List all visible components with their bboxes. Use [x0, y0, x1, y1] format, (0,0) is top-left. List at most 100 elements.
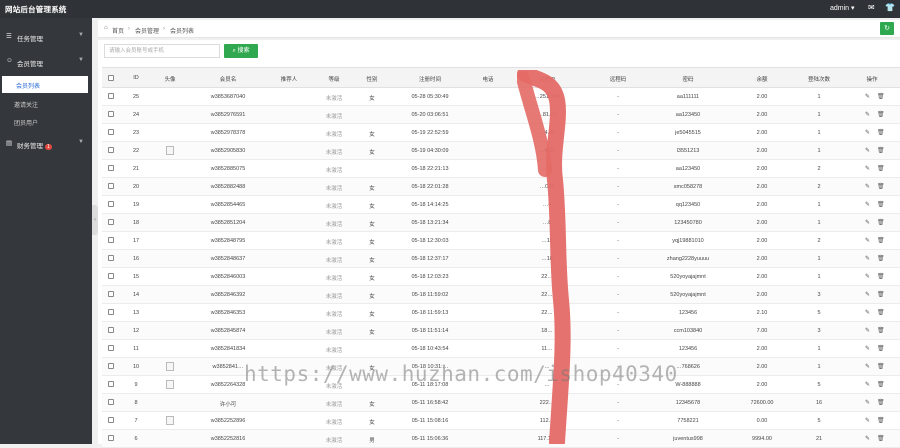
edit-icon[interactable]: ✎	[865, 327, 870, 334]
edit-icon[interactable]: ✎	[865, 93, 870, 100]
edit-icon[interactable]: ✎	[865, 345, 870, 352]
delete-icon[interactable]: 🗑	[877, 147, 885, 154]
edit-icon[interactable]: ✎	[865, 381, 870, 388]
delete-icon[interactable]: 🗑	[877, 237, 885, 244]
home-icon[interactable]: ⌂	[104, 25, 108, 31]
delete-icon[interactable]: 🗑	[877, 201, 885, 208]
mail-icon[interactable]: ✉	[868, 3, 875, 12]
edit-icon[interactable]: ✎	[865, 309, 870, 316]
delete-icon[interactable]: 🗑	[877, 345, 885, 352]
row-checkbox[interactable]	[108, 309, 114, 315]
edit-icon[interactable]: ✎	[865, 417, 870, 424]
delete-icon[interactable]: 🗑	[877, 417, 885, 424]
row-checkbox[interactable]	[108, 183, 114, 189]
delete-icon[interactable]: 🗑	[877, 363, 885, 370]
cell-member-name: w3852264328	[210, 382, 246, 388]
row-checkbox[interactable]	[108, 165, 114, 171]
delete-icon[interactable]: 🗑	[877, 291, 885, 298]
table-row[interactable]: 16 w3852848637 未激活 女 05-18 12:37:17 …18 - zhang…	[102, 250, 900, 268]
row-checkbox[interactable]	[108, 291, 114, 297]
table-row[interactable]: 21 w3852885075 未激活 05-18 22:21:13 …52 - aa1234…	[102, 160, 900, 178]
shirt-icon[interactable]: 👕	[885, 3, 895, 12]
edit-icon[interactable]: ✎	[865, 363, 870, 370]
edit-icon[interactable]: ✎	[865, 147, 870, 154]
edit-icon[interactable]: ✎	[865, 435, 870, 442]
delete-icon[interactable]: 🗑	[877, 399, 885, 406]
delete-icon[interactable]: 🗑	[877, 129, 885, 136]
table-row[interactable]: 15 w3852846003 未激活 女 05-18 12:03:23 22… - 520yo…	[102, 268, 900, 286]
delete-icon[interactable]: 🗑	[877, 165, 885, 172]
edit-icon[interactable]: ✎	[865, 129, 870, 136]
sidebar-item-team-users[interactable]: 团员用户	[0, 113, 92, 130]
delete-icon[interactable]: 🗑	[877, 93, 885, 100]
table-row[interactable]: 19 w3852854465 未激活 女 05-18 14:14:25 …4 - qq1234…	[102, 196, 900, 214]
breadcrumb-home[interactable]: 首页	[112, 26, 124, 35]
search-input[interactable]	[104, 44, 220, 58]
table-row[interactable]: 24 w3852976591 未激活 05-20 03:06:51 …81.21 - aa1…	[102, 106, 900, 124]
cell-remote-code: -	[617, 94, 619, 100]
edit-icon[interactable]: ✎	[865, 111, 870, 118]
delete-icon[interactable]: 🗑	[877, 255, 885, 262]
row-checkbox[interactable]	[108, 147, 114, 153]
edit-icon[interactable]: ✎	[865, 183, 870, 190]
edit-icon[interactable]: ✎	[865, 273, 870, 280]
row-checkbox[interactable]	[108, 93, 114, 99]
user-menu[interactable]: admin ▾	[830, 4, 855, 12]
table-row[interactable]: 8 许小可 未激活 女 05-11 16:58:42 222… - 12345678 72600…	[102, 394, 900, 412]
task-icon: ☰	[6, 33, 12, 40]
table-row[interactable]: 13 w3852846353 未激活 女 05-18 11:59:13 22… - 12345…	[102, 304, 900, 322]
breadcrumb-members[interactable]: 会员管理	[135, 26, 159, 35]
edit-icon[interactable]: ✎	[865, 255, 870, 262]
sidebar-group-members[interactable]: ☺ 会员管理 ▼	[0, 51, 92, 73]
row-checkbox[interactable]	[108, 237, 114, 243]
row-checkbox[interactable]	[108, 417, 114, 423]
edit-icon[interactable]: ✎	[865, 201, 870, 208]
cell-remote-code: -	[617, 328, 619, 334]
table-row[interactable]: 14 w3852846392 未激活 女 05-18 11:59:02 22… - 520yo…	[102, 286, 900, 304]
sidebar-group-finance[interactable]: ▤ 财务管理 1 ▼	[0, 133, 92, 155]
edit-icon[interactable]: ✎	[865, 291, 870, 298]
table-row[interactable]: 23 w3852978378 未激活 女 05-19 22:52:59 …4.86 - je5…	[102, 124, 900, 142]
row-checkbox[interactable]	[108, 435, 114, 441]
delete-icon[interactable]: 🗑	[877, 273, 885, 280]
table-row[interactable]: 17 w3852848795 未激活 女 05-18 12:30:03 …13 - yqj19…	[102, 232, 900, 250]
row-checkbox[interactable]	[108, 129, 114, 135]
cell-gender: 女	[369, 186, 375, 192]
row-checkbox[interactable]	[108, 219, 114, 225]
table-row[interactable]: 11 w3852841834 未激活 05-18 10:43:54 11… - 123456…	[102, 340, 900, 358]
edit-icon[interactable]: ✎	[865, 219, 870, 226]
search-button[interactable]: ⌕ 搜索	[224, 44, 258, 58]
row-checkbox[interactable]	[108, 273, 114, 279]
refresh-icon[interactable]: ↻	[880, 22, 894, 35]
table-row[interactable]: 7 w3852252896 未激活 女 05-11 15:08:16 112… - 77582…	[102, 412, 900, 430]
delete-icon[interactable]: 🗑	[877, 111, 885, 118]
row-checkbox[interactable]	[108, 327, 114, 333]
table-row[interactable]: 20 w3852882488 未激活 女 05-18 22:01:28 …045 - smc0…	[102, 178, 900, 196]
row-checkbox[interactable]	[108, 111, 114, 117]
row-checkbox[interactable]	[108, 381, 114, 387]
select-all-checkbox[interactable]	[108, 75, 114, 81]
row-checkbox[interactable]	[108, 255, 114, 261]
row-checkbox[interactable]	[108, 345, 114, 351]
delete-icon[interactable]: 🗑	[877, 327, 885, 334]
delete-icon[interactable]: 🗑	[877, 309, 885, 316]
row-checkbox[interactable]	[108, 201, 114, 207]
row-checkbox[interactable]	[108, 399, 114, 405]
delete-icon[interactable]: 🗑	[877, 381, 885, 388]
sidebar-item-invites[interactable]: 邀请关注	[0, 95, 92, 112]
delete-icon[interactable]: 🗑	[877, 435, 885, 442]
table-row[interactable]: 12 w3852845874 未激活 女 05-18 11:51:14 18… - ccm10…	[102, 322, 900, 340]
table-row[interactable]: 25 w3853687040 未激活 女 05-28 05:30:49 …251.145 -…	[102, 88, 900, 106]
edit-icon[interactable]: ✎	[865, 165, 870, 172]
table-row[interactable]: 22 w3852905830 未激活 女 05-19 04:30:09 …4.00 - l35…	[102, 142, 900, 160]
sidebar-group-tasks[interactable]: ☰ 任务管理 ▼	[0, 26, 92, 48]
edit-icon[interactable]: ✎	[865, 399, 870, 406]
row-checkbox[interactable]	[108, 363, 114, 369]
table-row[interactable]: 18 w3852851204 未激活 女 05-18 13:21:34 …8 - 123450…	[102, 214, 900, 232]
edit-icon[interactable]: ✎	[865, 237, 870, 244]
table-row[interactable]: 6 w3852252816 未激活 男 05-11 15:06:36 117.1… - juv…	[102, 430, 900, 448]
delete-icon[interactable]: 🗑	[877, 219, 885, 226]
cell-login-count: 1	[817, 112, 821, 118]
delete-icon[interactable]: 🗑	[877, 183, 885, 190]
sidebar-item-member-list[interactable]: 会员列表	[2, 76, 88, 93]
